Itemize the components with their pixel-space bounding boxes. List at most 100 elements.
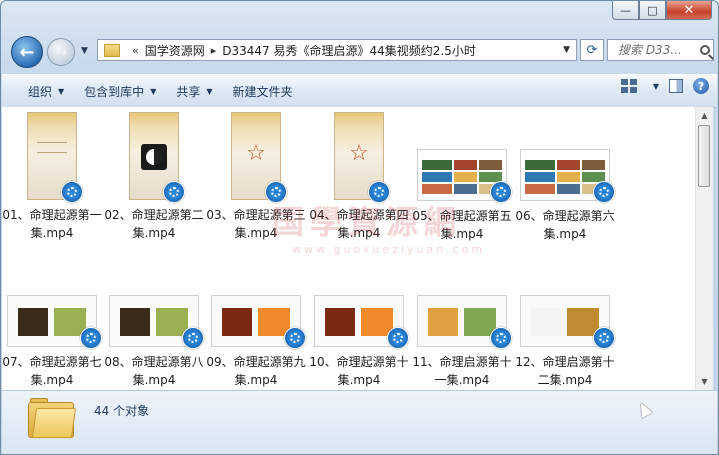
search-icon[interactable] [700,45,710,55]
address-history-dropdown[interactable]: ▼ [563,45,570,55]
scroll-up-arrow[interactable]: ▲ [696,107,713,124]
details-pane: 44 个对象 [2,390,717,454]
explorer-window: — □ ✕ ← → ▼ « 国学资源网 ▸ D33447 易秀《命理启源》44集… [0,0,719,455]
file-item[interactable]: 10、命理起源第十集.mp4 [309,255,409,389]
search-box[interactable] [607,39,714,61]
file-item[interactable]: 01、命理起源第一集.mp4 [2,109,102,242]
address-bar[interactable]: « 国学资源网 ▸ D33447 易秀《命理启源》44集视频约2.5小时 ▼ [97,39,577,61]
breadcrumb-item[interactable]: 国学资源网 [145,42,205,59]
help-icon[interactable]: ? [693,78,709,94]
photo-tile [478,160,502,170]
photo-tile [581,160,605,170]
media-player-icon [265,181,287,203]
file-item[interactable]: 12、命理启源第十二集.mp4 [515,255,615,389]
photo-tile [422,184,452,194]
photo-tile [525,184,555,194]
breadcrumb-current[interactable]: D33447 易秀《命理启源》44集视频约2.5小时 [222,42,476,59]
search-input[interactable] [616,42,698,58]
video-thumbnail [417,295,512,349]
video-thumbnail [520,149,615,203]
item-count: 44 个对象 [94,404,150,418]
caret-down-icon: ▼ [58,86,65,96]
pentagram-icon: ☆ [349,141,369,166]
refresh-button[interactable]: ⟳ [580,39,604,61]
media-player-icon [387,327,409,349]
maximize-button[interactable]: □ [639,1,666,20]
file-name: 12、命理启源第十二集.mp4 [515,355,615,387]
close-button[interactable]: ✕ [666,1,712,20]
file-name: 06、命理起源第六集.mp4 [515,209,615,241]
file-name: 05、命理起源第五集.mp4 [412,209,512,241]
minimize-button[interactable]: — [612,1,639,20]
caption-buttons: — □ ✕ [612,1,712,21]
media-player-icon [284,327,306,349]
slide-image-left [428,308,458,336]
file-name: 08、命理起源第八集.mp4 [104,355,204,387]
media-player-icon [490,181,512,203]
file-item[interactable]: 02、命理起源第二集.mp4 [104,109,204,242]
file-name: 01、命理起源第一集.mp4 [2,208,102,240]
change-view-icon[interactable] [620,79,637,93]
command-bar: 组织 ▼ 包含到库中 ▼ 共享 ▼ 新建文件夹 ▼ ? [2,74,717,108]
share-label: 共享 [176,84,201,99]
video-thumbnail [27,112,83,203]
file-item[interactable]: 06、命理起源第六集.mp4 [515,109,615,243]
media-player-icon [80,327,102,349]
photo-tile [422,172,452,182]
video-thumbnail: ☆ [334,112,390,203]
folder-icon [104,43,120,57]
include-in-library-menu[interactable]: 包含到库中 ▼ [74,78,166,104]
media-player-icon [61,181,83,203]
file-list: 01、命理起源第一集.mp4 02、命理起源第二集.mp4 ☆ 03、命理起源第三集.… [2,107,695,390]
folder-icon [28,398,77,438]
new-folder-button[interactable]: 新建文件夹 [223,78,303,104]
breadcrumb-overflow[interactable]: « [132,44,139,57]
photo-tile [453,184,477,194]
photo-tile [422,160,452,170]
slide-image-left [18,308,48,336]
video-thumbnail: ☆ [231,112,287,203]
media-player-icon [593,181,615,203]
file-item[interactable]: 08、命理起源第八集.mp4 [104,255,204,389]
video-thumbnail [109,295,204,349]
file-item[interactable]: ☆ 03、命理起源第三集.mp4 [206,109,306,242]
organize-menu[interactable]: 组织 ▼ [18,78,74,104]
thumbnail-rule [37,142,67,143]
view-options-dropdown[interactable]: ▼ [653,82,659,91]
photo-tile [453,160,477,170]
file-item[interactable]: ☆ 04、命理起源第四集.mp4 [309,109,409,242]
video-thumbnail [520,295,615,349]
media-player-icon [368,181,390,203]
vertical-scrollbar[interactable]: ▲ ▼ [695,107,713,390]
back-button[interactable]: ← [11,36,43,68]
file-item[interactable]: 07、命理起源第七集.mp4 [2,255,102,389]
media-player-icon [182,327,204,349]
organize-label: 组织 [28,84,53,99]
file-item[interactable]: 05、命理起源第五集.mp4 [412,109,512,243]
media-player-icon [593,327,615,349]
video-thumbnail [314,295,409,349]
preview-pane-icon[interactable] [669,79,683,93]
file-item[interactable]: 11、命理启源第十一集.mp4 [412,255,512,389]
photo-tile [525,160,555,170]
file-name: 07、命理起源第七集.mp4 [2,355,102,387]
forward-button[interactable]: → [47,38,75,66]
photo-tile [556,184,580,194]
caret-down-icon: ▼ [206,86,213,96]
file-name: 02、命理起源第二集.mp4 [104,208,204,240]
scroll-thumb[interactable] [698,125,710,187]
new-folder-label: 新建文件夹 [232,84,293,99]
slide-image-left [222,308,252,336]
recent-pages-dropdown[interactable]: ▼ [81,46,88,56]
scroll-down-arrow[interactable]: ▼ [696,373,713,390]
breadcrumb-separator[interactable]: ▸ [211,44,217,57]
media-player-icon [163,181,185,203]
file-item[interactable]: 09、命理起源第九集.mp4 [206,255,306,389]
file-name: 10、命理起源第十集.mp4 [309,355,409,387]
yin-yang-icon [141,144,167,170]
file-name: 04、命理起源第四集.mp4 [309,208,409,240]
thumbnail-rule [37,152,67,153]
photo-tile [556,172,580,182]
share-menu[interactable]: 共享 ▼ [166,78,222,104]
video-thumbnail [417,149,512,203]
